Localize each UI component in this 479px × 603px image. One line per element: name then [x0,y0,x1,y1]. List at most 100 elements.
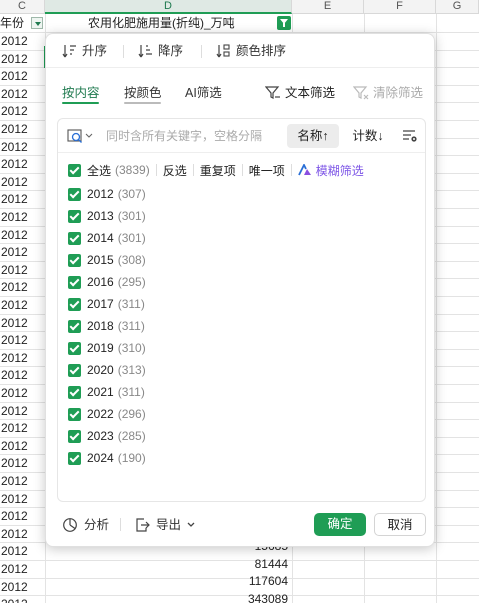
sort-descending-button[interactable]: 降序 [138,42,183,60]
year-cell[interactable]: 2012 [0,85,28,103]
clear-filter-button[interactable]: 清除筛选 [352,84,423,102]
quick-select-row: 全选 (3839) 反选 重复项 唯一项 模糊筛选 [68,161,364,179]
year-cell[interactable]: 2012 [0,560,28,578]
year-cell[interactable]: 2012 [0,366,28,384]
tab-by-color[interactable]: 按颜色 [124,84,162,102]
filter-value-item[interactable]: 2022 (296) [68,403,368,425]
filter-value-item[interactable]: 2023 (285) [68,425,368,447]
invert-selection-button[interactable]: 反选 [163,162,187,179]
year-cell[interactable]: 2012 [0,472,28,490]
filter-value-item[interactable]: 2012 (307) [68,183,368,205]
value-checkbox[interactable] [68,363,81,377]
header-cell-year[interactable]: 年份 [0,14,30,32]
value-checkbox[interactable] [68,187,81,201]
tab-ai-filter[interactable]: AI筛选 [185,84,222,102]
year-cell[interactable]: 2012 [0,314,28,332]
tab-hover-indicator [124,102,161,104]
column-header-c[interactable]: C [0,0,45,14]
year-cell[interactable]: 2012 [0,525,28,543]
search-mode-dropdown[interactable] [67,128,93,144]
select-all-checkbox[interactable] [68,163,81,177]
year-cell[interactable]: 2012 [0,208,28,226]
filter-value-item[interactable]: 2014 (301) [68,227,368,249]
year-cell[interactable]: 2012 [0,384,28,402]
year-cell[interactable]: 2012 [0,173,28,191]
column-d-filter-active-icon[interactable] [277,16,291,30]
export-button[interactable]: 导出 [134,516,195,534]
filter-value-item[interactable]: 2024 (190) [68,447,368,469]
value-checkbox[interactable] [68,253,81,267]
value-checkbox[interactable] [68,385,81,399]
year-cell[interactable]: 2012 [0,490,28,508]
year-cell[interactable]: 2012 [0,349,28,367]
filter-value-item[interactable]: 2017 (311) [68,293,368,315]
sort-by-count-button[interactable]: 计数↓ [347,124,389,148]
value-checkbox[interactable] [68,341,81,355]
search-input[interactable] [106,127,276,145]
value-checkbox[interactable] [68,407,81,421]
data-cell[interactable]: 117604 [46,572,290,590]
column-header-f[interactable]: F [364,0,436,14]
year-cell[interactable]: 2012 [0,155,28,173]
tab-by-content[interactable]: 按内容 [62,84,100,102]
year-cell[interactable]: 2012 [0,331,28,349]
year-cell[interactable]: 2012 [0,595,28,603]
column-header-g[interactable]: G [436,0,479,14]
year-cell[interactable]: 2012 [0,419,28,437]
fuzzy-filter-button[interactable]: 模糊筛选 [297,162,364,179]
sort-by-color-button[interactable]: 颜色排序 [216,42,286,60]
list-settings-icon[interactable] [402,128,418,144]
year-cell[interactable]: 2012 [0,102,28,120]
data-cell[interactable]: 81444 [46,555,290,573]
sort-ascending-button[interactable]: 升序 [62,42,107,60]
year-cell[interactable]: 2012 [0,261,28,279]
year-cell[interactable]: 2012 [0,437,28,455]
year-cell[interactable]: 2012 [0,578,28,596]
value-checkbox[interactable] [68,451,81,465]
sort-by-name-button[interactable]: 名称↑ [287,124,339,148]
filter-value-item[interactable]: 2013 (301) [68,205,368,227]
text-filter-icon [264,85,281,101]
sort-by-color-label: 颜色排序 [236,44,287,58]
column-header-d[interactable]: D [45,0,292,14]
year-cell[interactable]: 2012 [0,50,28,68]
value-checkbox[interactable] [68,275,81,289]
filter-value-item[interactable]: 2016 (295) [68,271,368,293]
year-cell[interactable]: 2012 [0,190,28,208]
year-cell[interactable]: 2012 [0,226,28,244]
filter-value-item[interactable]: 2018 (311) [68,315,368,337]
header-cell-fertilizer[interactable]: 农用化肥施用量(折纯)_万吨 [88,14,278,32]
filter-value-item[interactable]: 2020 (313) [68,359,368,381]
text-filter-button[interactable]: 文本筛选 [264,84,335,102]
data-cell[interactable]: 343089 [46,590,290,603]
year-cell[interactable]: 2012 [0,67,28,85]
value-checkbox[interactable] [68,319,81,333]
year-cell[interactable]: 2012 [0,278,28,296]
select-all-label[interactable]: 全选 [87,162,111,179]
value-checkbox[interactable] [68,429,81,443]
duplicates-button[interactable]: 重复项 [200,162,236,179]
value-checkbox[interactable] [68,297,81,311]
unique-button[interactable]: 唯一项 [249,162,285,179]
year-cell[interactable]: 2012 [0,507,28,525]
filter-value-item[interactable]: 2019 (310) [68,337,368,359]
column-c-filter-dropdown[interactable] [31,17,43,29]
year-cell[interactable]: 2012 [0,454,28,472]
value-checkbox[interactable] [68,209,81,223]
analyze-button[interactable]: 分析 [62,516,109,534]
year-cell[interactable]: 2012 [0,402,28,420]
column-header-e[interactable]: E [292,0,364,14]
filter-value-item[interactable]: 2021 (311) [68,381,368,403]
ok-button[interactable]: 确定 [314,513,366,536]
cancel-button[interactable]: 取消 [374,513,426,536]
year-cell[interactable]: 2012 [0,138,28,156]
clear-filter-icon [352,85,369,101]
year-cell[interactable]: 2012 [0,296,28,314]
value-checkbox[interactable] [68,231,81,245]
year-cell[interactable]: 2012 [0,542,28,560]
filter-tabs: 按内容 按颜色 AI筛选 文本筛选 清除筛选 [46,80,434,106]
year-cell[interactable]: 2012 [0,32,28,50]
year-cell[interactable]: 2012 [0,120,28,138]
filter-value-item[interactable]: 2015 (308) [68,249,368,271]
year-cell[interactable]: 2012 [0,243,28,261]
